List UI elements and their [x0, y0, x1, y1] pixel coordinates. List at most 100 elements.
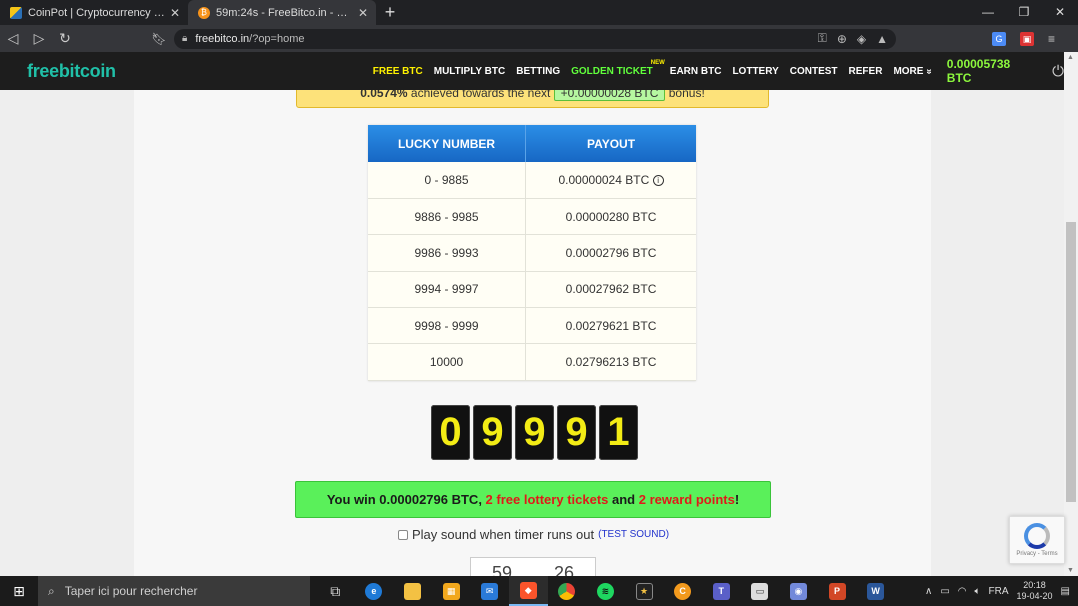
- language-indicator[interactable]: FRA: [989, 586, 1009, 597]
- menu-betting[interactable]: BETTING: [516, 66, 560, 77]
- lucky-range: 10000: [368, 343, 527, 381]
- payout-cell: 0.00000024 BTC i: [525, 162, 696, 199]
- menu-multiply-btc[interactable]: MULTIPLY BTC: [434, 66, 505, 77]
- windows-start-icon[interactable]: ⊞: [0, 583, 38, 600]
- task-view-icon[interactable]: ⧉: [316, 576, 355, 606]
- recaptcha-badge[interactable]: Privacy - Terms: [1009, 516, 1065, 564]
- forward-icon[interactable]: ▷: [26, 30, 52, 47]
- rolled-number: 0 9 9 9 1: [431, 405, 638, 460]
- word-icon[interactable]: W: [856, 576, 895, 606]
- menu-contest[interactable]: CONTEST: [790, 66, 838, 77]
- bonus-text: achieved towards the next: [407, 90, 554, 100]
- main-menu: FREE BTC MULTIPLY BTC BETTING GOLDEN TIC…: [373, 60, 943, 77]
- table-row: 9998 - 9999 0.00279621 BTC: [368, 307, 696, 345]
- menu-refer[interactable]: REFER: [849, 66, 883, 77]
- brave-shield-icon[interactable]: ◈: [857, 32, 866, 46]
- scroll-up-icon[interactable]: ▲: [1067, 54, 1074, 61]
- bookmark-icon[interactable]: 🔖︎: [144, 32, 174, 46]
- table-row: 10000 0.02796213 BTC: [368, 343, 696, 381]
- coin-app-icon[interactable]: C: [663, 576, 702, 606]
- brave-rewards-icon[interactable]: ▲: [876, 32, 888, 46]
- win-tickets: 2 free lottery tickets: [485, 492, 609, 507]
- scroll-down-icon[interactable]: ▼: [1067, 567, 1074, 574]
- timer-seconds: 26: [553, 563, 575, 576]
- sound-checkbox[interactable]: [398, 529, 408, 540]
- btc-balance: 0.00005738 BTC: [946, 57, 1011, 85]
- roll-digit: 0: [431, 405, 470, 460]
- payout-value: 0.00000024 BTC: [558, 172, 650, 187]
- test-sound-link[interactable]: (TEST SOUND): [598, 529, 669, 540]
- logout-power-icon[interactable]: ⏻: [1052, 63, 1064, 80]
- info-icon[interactable]: i: [652, 175, 664, 187]
- timer-minutes: 59: [491, 563, 513, 576]
- bonus-amount: +0.00000028 BTC: [553, 90, 666, 101]
- site-logo[interactable]: freebitcoin: [27, 61, 367, 82]
- edge-icon[interactable]: e: [355, 576, 394, 606]
- reload-icon[interactable]: ↻: [52, 30, 78, 47]
- brave-browser-icon[interactable]: ◆: [508, 576, 548, 606]
- lucky-range: 9994 - 9997: [368, 271, 527, 309]
- countdown-timer: 59 26: [470, 557, 596, 576]
- scrollbar-thumb[interactable]: [1066, 222, 1076, 502]
- win-amount: You win 0.00002796 BTC,: [326, 492, 486, 507]
- payout-value: 0.02796213 BTC: [525, 343, 696, 381]
- menu-label: MORE: [893, 65, 924, 77]
- payout-value: 0.00279621 BTC: [525, 307, 696, 345]
- store-icon[interactable]: ▦: [432, 576, 471, 606]
- chrome-icon[interactable]: [548, 576, 587, 606]
- tab-coinpot[interactable]: CoinPot | Cryptocurrency microwa ✕: [0, 0, 188, 25]
- notifications-icon[interactable]: ▤: [1061, 586, 1070, 597]
- win-message: You win 0.00002796 BTC, 2 free lottery t…: [295, 481, 771, 518]
- close-tab-icon[interactable]: ✕: [168, 6, 182, 20]
- menu-icon[interactable]: ≡: [1048, 32, 1055, 46]
- address-toolbar: ◁ ▷ ↻ 🔖︎ 🔒︎ freebitco.in /?op=home ⚿ ⊕ ◈…: [0, 25, 1078, 52]
- extension-icon[interactable]: ▣: [1020, 31, 1034, 46]
- discord-icon[interactable]: ◉: [779, 576, 818, 606]
- lucky-range: 9886 - 9985: [368, 198, 527, 236]
- restore-icon[interactable]: ❐: [1006, 0, 1042, 25]
- clock-time: 20:18: [1023, 580, 1046, 590]
- bonus-suffix: bonus!: [665, 90, 705, 100]
- file-explorer-icon[interactable]: [393, 576, 432, 606]
- table-row: 9994 - 9997 0.00027962 BTC: [368, 271, 696, 309]
- extensions: G ▣ ≡: [992, 31, 1055, 46]
- menu-golden-ticket[interactable]: GOLDEN TICKET NEW: [571, 60, 665, 77]
- teams-icon[interactable]: T: [702, 576, 741, 606]
- tray-chevron-up-icon[interactable]: ∧: [925, 586, 932, 597]
- back-icon[interactable]: ◁: [0, 30, 26, 47]
- bonus-percent: 0.0574%: [360, 90, 408, 100]
- volume-icon[interactable]: 🔈︎: [975, 586, 981, 597]
- bitcoin-favicon-icon: ₿: [198, 6, 210, 19]
- search-icon: ⌕: [48, 583, 55, 598]
- taskbar-search[interactable]: ⌕ Taper ici pour rechercher: [38, 576, 310, 606]
- key-icon[interactable]: ⚿: [818, 31, 827, 46]
- page-scrollbar[interactable]: ▲ ▼: [1064, 52, 1078, 576]
- close-tab-icon[interactable]: ✕: [356, 6, 370, 20]
- mail-icon[interactable]: ✉: [470, 576, 509, 606]
- menu-lottery[interactable]: LOTTERY: [732, 66, 778, 77]
- powerpoint-icon[interactable]: P: [818, 576, 857, 606]
- zoom-icon[interactable]: ⊕: [837, 32, 847, 46]
- lucky-range: 9986 - 9993: [368, 234, 527, 272]
- tab-freebitcoin[interactable]: ₿ 59m:24s - FreeBitco.in - Win free b ✕: [188, 0, 376, 25]
- media-app-icon[interactable]: ★: [625, 576, 664, 606]
- window-controls: — ❐ ✕: [970, 0, 1078, 25]
- menu-earn-btc[interactable]: EARN BTC: [670, 66, 722, 77]
- taskbar-clock[interactable]: 20:18 19-04-20: [1017, 580, 1053, 602]
- win-suffix: !: [734, 492, 740, 507]
- main-content: 0.0574% achieved towards the next +0.000…: [134, 90, 931, 576]
- translate-icon[interactable]: G: [992, 31, 1006, 46]
- system-tray: ∧ ▭ ◠ 🔈︎ FRA 20:18 19-04-20 ▤: [925, 580, 1078, 602]
- close-window-icon[interactable]: ✕: [1042, 0, 1078, 25]
- roll-digit: 1: [599, 405, 638, 460]
- spotify-icon[interactable]: ≋: [586, 576, 625, 606]
- battery-icon[interactable]: ▭: [940, 586, 949, 597]
- new-tab-button[interactable]: +: [376, 2, 404, 23]
- recaptcha-links[interactable]: Privacy - Terms: [1010, 551, 1064, 557]
- menu-free-btc[interactable]: FREE BTC: [373, 66, 423, 77]
- wifi-icon[interactable]: ◠: [958, 586, 967, 597]
- url-field[interactable]: 🔒︎ freebitco.in /?op=home ⚿ ⊕ ◈ ▲: [174, 28, 896, 49]
- menu-more[interactable]: MORE »: [893, 65, 934, 77]
- minimize-icon[interactable]: —: [970, 0, 1006, 25]
- photos-icon[interactable]: ▭: [741, 576, 780, 606]
